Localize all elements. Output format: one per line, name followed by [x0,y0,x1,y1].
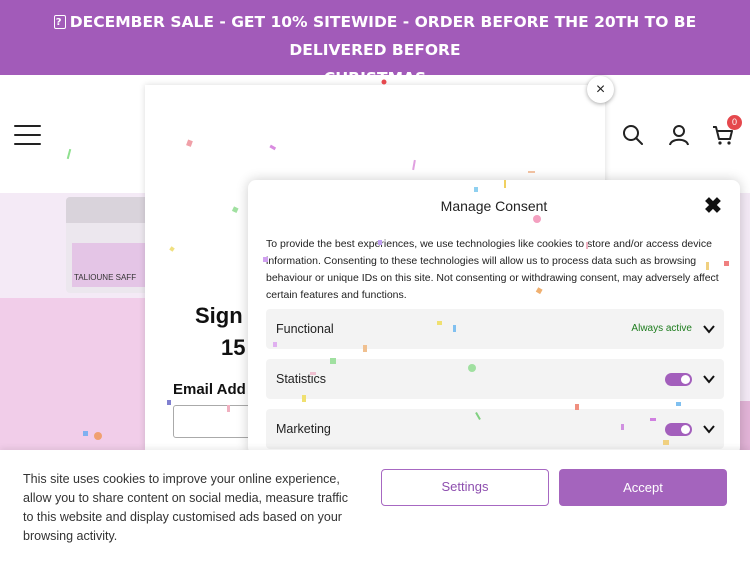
consent-description: To provide the best experiences, we use … [266,238,719,301]
settings-button[interactable]: Settings [381,469,549,506]
accept-button[interactable]: Accept [559,469,727,506]
product-jar-lid [66,197,150,223]
category-label: Statistics [276,372,327,386]
chevron-down-icon[interactable] [702,322,716,336]
category-label: Functional [276,322,334,336]
hamburger-menu-icon[interactable] [14,125,41,145]
consent-category-marketing[interactable]: Marketing [266,409,724,449]
promo-banner: DECEMBER SALE - GET 10% SITEWIDE - ORDER… [0,0,750,87]
product-label-text: TALIOUNE SAFF [74,273,137,282]
consent-title: Manage Consent [440,198,548,214]
newsletter-close-button[interactable]: × [587,76,614,103]
newsletter-title: Sign [195,303,243,328]
newsletter-discount: 15 [221,335,246,360]
search-icon[interactable] [621,123,645,147]
hero-right-block [740,401,750,450]
cookie-banner-text: This site uses cookies to improve your o… [23,472,348,543]
always-active-label: Always active [631,323,692,334]
consent-category-functional[interactable]: Functional Always active [266,309,724,349]
cookie-banner: This site uses cookies to improve your o… [0,450,750,563]
statistics-toggle[interactable] [665,373,692,386]
manage-consent-dialog: Manage Consent ✖ To provide the best exp… [248,180,740,455]
chevron-down-icon[interactable] [702,372,716,386]
email-label: Email Add [173,381,246,398]
marketing-toggle[interactable] [665,423,692,436]
user-icon[interactable] [667,123,691,147]
consent-close-button[interactable]: ✖ [703,195,723,217]
cart-count-badge: 0 [727,115,742,130]
promo-text-line1: DECEMBER SALE - GET 10% SITEWIDE - ORDER… [69,13,697,59]
consent-category-statistics[interactable]: Statistics [266,359,724,399]
hero-pink-block [0,298,150,450]
gift-icon [53,9,66,37]
category-label: Marketing [276,422,331,436]
chevron-down-icon[interactable] [702,422,716,436]
